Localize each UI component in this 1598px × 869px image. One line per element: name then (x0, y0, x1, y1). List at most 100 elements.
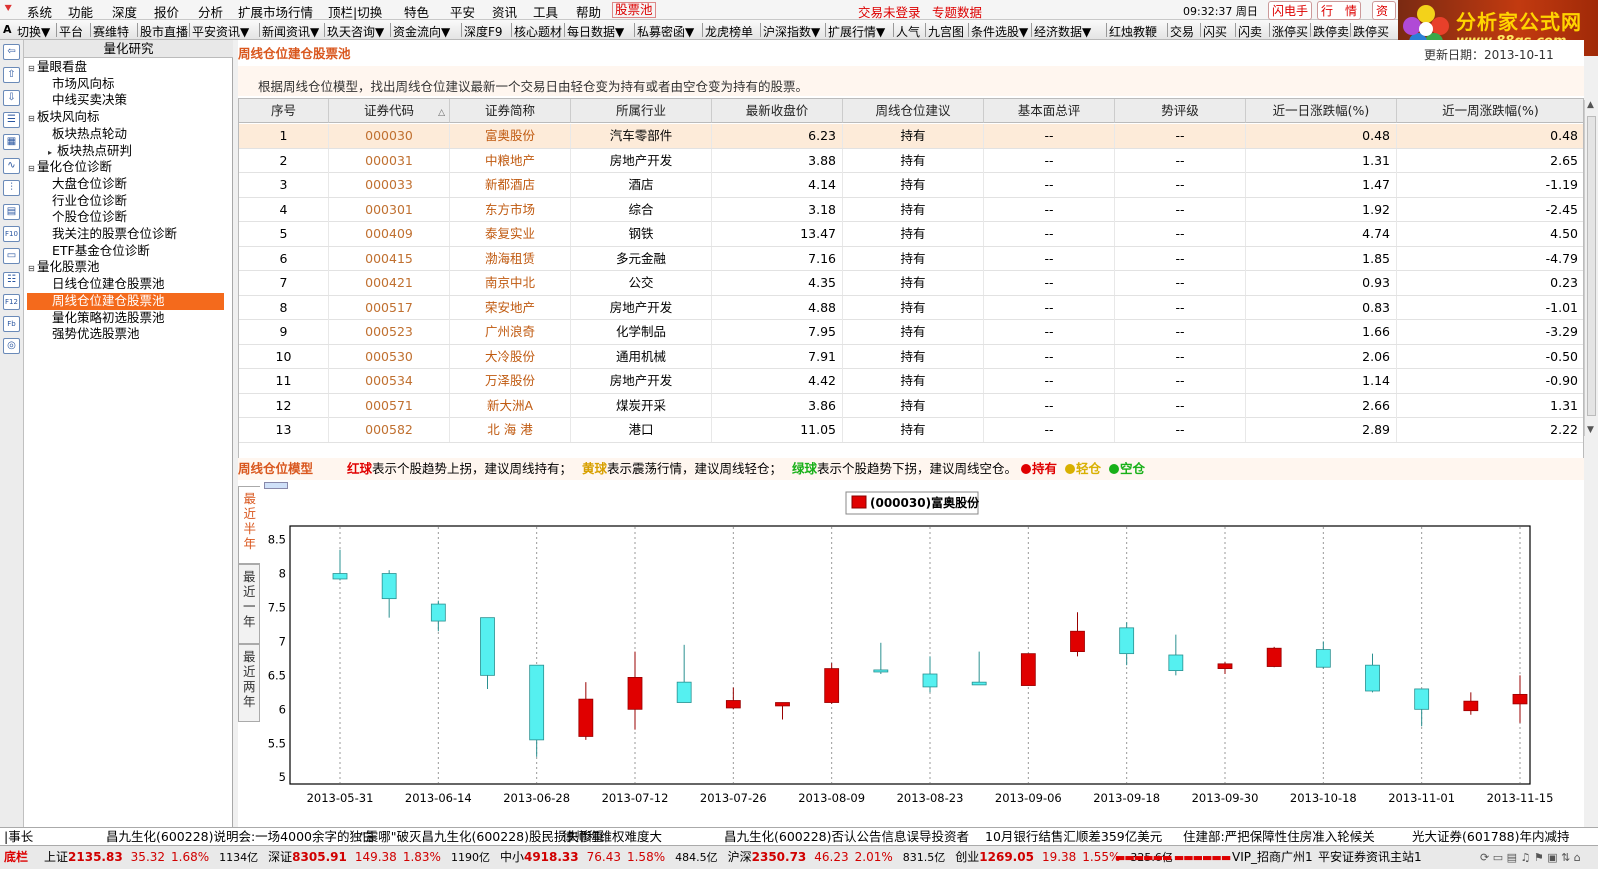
f10-alt-icon[interactable]: Fb (3, 316, 20, 332)
line-chart-icon[interactable]: ∿ (3, 158, 20, 174)
column-header-7[interactable]: 势评级 (1115, 99, 1246, 123)
info-button[interactable]: 资 (1372, 1, 1396, 20)
collapse-icon[interactable]: ⊟ (28, 161, 37, 177)
vertical-scroll-thumb[interactable] (1587, 116, 1596, 416)
column-header-6[interactable]: 基本面总评 (984, 99, 1115, 123)
table-vertical-scrollbar[interactable]: ▲ ▼ (1584, 100, 1598, 436)
table-row[interactable]: 2 000031 中粮地产 房地产开发 3.88 持有 -- -- 1.31 2.65 (239, 148, 1583, 173)
menu-item-5[interactable]: 扩展市场行情 (238, 2, 313, 21)
tree-node-6[interactable]: ⊟ 量化仓位诊断 (28, 159, 112, 176)
table-row[interactable]: 10 000530 大冷股份 通用机械 7.91 持有 -- -- 2.06 -0.50 (239, 344, 1583, 369)
column-header-2[interactable]: 证券简称 (450, 99, 571, 123)
tree-node-15[interactable]: 量化策略初选股票池 (48, 310, 165, 327)
notes-icon[interactable]: ☷ (3, 272, 20, 288)
table-row[interactable]: 4 000301 东方市场 综合 3.18 持有 -- -- 1.92 -2.45 (239, 197, 1583, 222)
column-header-5[interactable]: 周线仓位建议 (843, 99, 984, 123)
menu-item-4[interactable]: 分析 (198, 2, 223, 21)
toolbar-item-4[interactable]: 平安资讯▼ (192, 23, 249, 40)
column-header-9[interactable]: 近一周涨跌幅(%) (1397, 99, 1583, 123)
tree-node-9[interactable]: 个股仓位诊断 (48, 209, 127, 226)
expand-icon[interactable]: ▸ (48, 145, 57, 161)
arrow-up-icon[interactable]: ⇧ (3, 67, 20, 83)
site-name[interactable]: 平安证券资讯主站1 (1318, 846, 1422, 869)
topic-data-link[interactable]: 专题数据 (932, 2, 982, 21)
tab-two-year[interactable]: 最近两年 (238, 644, 260, 722)
toolbar-item-12[interactable]: 龙虎榜单 (705, 23, 753, 40)
f12-icon[interactable]: F12 (3, 294, 20, 310)
toolbar-item-0[interactable]: 切换▼ (17, 23, 50, 40)
circle-icon[interactable]: ◎ (3, 338, 20, 354)
login-status[interactable]: 交易未登录 (858, 2, 921, 21)
tree-node-14[interactable]: 周线仓位建仓股票池 (27, 292, 224, 310)
tab-one-year[interactable]: 最近一年 (238, 564, 260, 644)
table-row[interactable]: 8 000517 荣安地产 房地产开发 4.88 持有 -- -- 0.83 -1.01 (239, 295, 1583, 320)
toolbar-item-8[interactable]: 深度F9 (464, 23, 503, 40)
candle-icon[interactable]: ⫶ (3, 180, 20, 196)
menu-item-stock-pool[interactable]: 股票池 (612, 2, 656, 18)
menu-item-7[interactable]: 特色 (404, 2, 429, 21)
tree-node-16[interactable]: 强势优选股票池 (48, 326, 140, 343)
news-icon[interactable]: ▭ (3, 248, 20, 264)
scroll-up-icon[interactable]: ▲ (1587, 100, 1594, 110)
ticker-news-item[interactable]: 昌九生化(600228)否认公告信息误导投资者 (724, 828, 969, 845)
index-quote[interactable]: 沪深2350.73 46.23 2.01% 831.5亿 (728, 850, 946, 864)
flash-trade-button[interactable]: 闪电手 (1268, 1, 1313, 20)
table-row[interactable]: 11 000534 万泽股份 房地产开发 4.42 持有 -- -- 1.14 -0.90 (239, 369, 1583, 394)
quote-button[interactable]: 行 情 (1317, 1, 1362, 20)
tree-node-0[interactable]: ⊟ 量眼看盘 (28, 59, 87, 76)
toolbar-item-23[interactable]: 涨停买 (1272, 23, 1308, 40)
menu-item-11[interactable]: 帮助 (576, 2, 601, 21)
status-label[interactable]: 底栏 (4, 846, 28, 869)
toolbar-item-17[interactable]: 条件选股▼ (971, 23, 1028, 40)
table-row[interactable]: 3 000033 新都酒店 酒店 4.14 持有 -- -- 1.47 -1.19 (239, 173, 1583, 198)
menu-item-1[interactable]: 功能 (68, 2, 93, 21)
ticker-news-item[interactable]: 住建部:严把保障性住房准入轮候关 (1183, 828, 1375, 845)
toolbar-item-25[interactable]: 跌停买 (1353, 23, 1389, 40)
tree-node-8[interactable]: 行业仓位诊断 (48, 193, 127, 210)
sort-ascending-icon[interactable]: △ (438, 101, 445, 125)
column-header-4[interactable]: 最新收盘价 (712, 99, 843, 123)
toolbar-item-2[interactable]: 赛维特 (93, 23, 129, 40)
f10-icon[interactable]: F10 (3, 226, 20, 242)
toolbar-item-16[interactable]: 九宫图 (928, 23, 964, 40)
index-quote[interactable]: 中小4918.33 76.43 1.58% 484.5亿 (500, 850, 718, 864)
menu-item-10[interactable]: 工具 (533, 2, 558, 21)
arrow-left-icon[interactable]: ⇦ (3, 44, 20, 60)
tree-node-11[interactable]: ETF基金仓位诊断 (48, 243, 150, 260)
toolbar-item-5[interactable]: 新闻资讯▼ (262, 23, 319, 40)
tree-node-12[interactable]: ⊟ 量化股票池 (28, 259, 100, 276)
table-row[interactable]: 13 000582 北 海 港港口 11.05 持有 -- -- 2.89 2.22 (239, 418, 1583, 443)
toolbar-item-21[interactable]: 闪买 (1203, 23, 1227, 40)
toolbar-item-7[interactable]: 资金流向▼ (393, 23, 450, 40)
ticker-news-item[interactable]: |事长 (4, 828, 33, 845)
table-row[interactable]: 5 000409 泰复实业 钢铁 13.47 持有 -- -- 4.74 4.50 (239, 222, 1583, 247)
menu-item-0[interactable]: 系统 (27, 2, 52, 21)
tab-half-year[interactable]: 最近半年 (238, 486, 260, 564)
menu-item-9[interactable]: 资讯 (492, 2, 517, 21)
tree-node-1[interactable]: 市场风向标 (48, 76, 115, 93)
app-logo-icon[interactable]: ⯆ (3, 2, 13, 17)
toolbar-item-9[interactable]: 核心题材 (514, 23, 562, 40)
ticker-news-item[interactable]: 昌九生化(600228)说明会:一场4000余字的独白 (106, 828, 375, 845)
toolbar-item-11[interactable]: 私募密函▼ (637, 23, 694, 40)
menu-item-8[interactable]: 平安 (450, 2, 475, 21)
table-row[interactable]: 12 000571 新大洲A 煤炭开采 3.86 持有 -- -- 2.66 1.31 (239, 393, 1583, 418)
toolbar-a-icon[interactable]: A (3, 23, 12, 36)
column-header-1[interactable]: 证券代码 △ (329, 99, 450, 123)
column-header-8[interactable]: 近一日涨跌幅(%) (1246, 99, 1397, 123)
collapse-icon[interactable]: ⊟ (28, 261, 37, 277)
ticker-news-item[interactable]: 10月银行结售汇顺差359亿美元 (985, 828, 1162, 845)
toolbar-item-1[interactable]: 平台 (59, 23, 83, 40)
toolbar-item-13[interactable]: 沪深指数▼ (763, 23, 820, 40)
ticker-news-item[interactable]: 光大证券(601788)年内减持 (1412, 828, 1569, 845)
table-row[interactable]: 9 000523 广州浪奇 化学制品 7.95 持有 -- -- 1.66 -3.29 (239, 320, 1583, 345)
toolbar-item-24[interactable]: 跌停卖 (1313, 23, 1349, 40)
toolbar-item-10[interactable]: 每日数据▼ (567, 23, 624, 40)
scroll-down-icon[interactable]: ▼ (1587, 425, 1594, 435)
server-name[interactable]: VIP_招商广州1 (1232, 846, 1313, 869)
tree-node-7[interactable]: 大盘仓位诊断 (48, 176, 127, 193)
toolbar-item-14[interactable]: 扩展行情▼ (828, 23, 885, 40)
tree-node-13[interactable]: 日线仓位建仓股票池 (48, 276, 165, 293)
table-row[interactable]: 7 000421 南京中北 公交 4.35 持有 -- -- 0.93 0.23 (239, 271, 1583, 296)
collapse-icon[interactable]: ⊟ (28, 61, 37, 77)
